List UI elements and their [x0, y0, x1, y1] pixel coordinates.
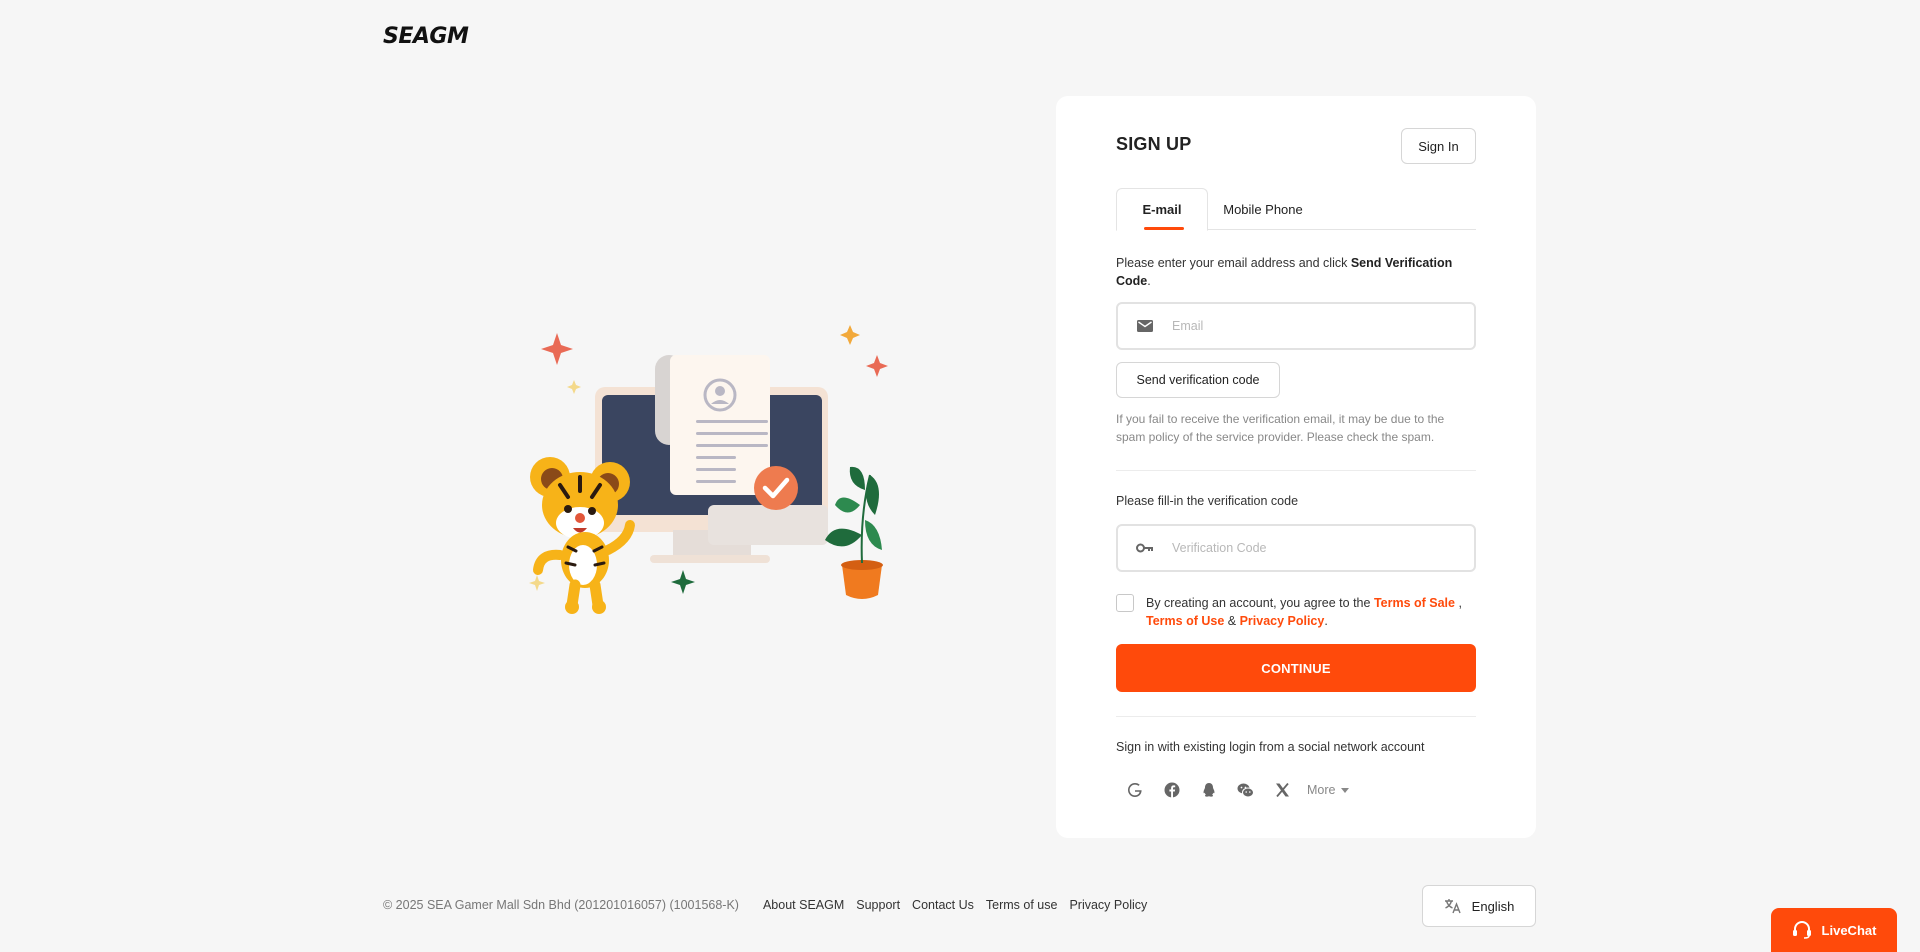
- terms-of-sale-link[interactable]: Terms of Sale: [1374, 596, 1455, 610]
- divider: [1116, 470, 1476, 471]
- footer-link-privacy[interactable]: Privacy Policy: [1069, 898, 1147, 912]
- footer-link-about[interactable]: About SEAGM: [763, 898, 844, 912]
- sparkle-icon: [866, 355, 888, 377]
- copyright: © 2025 SEA Gamer Mall Sdn Bhd (201201016…: [383, 898, 739, 912]
- more-label: More: [1307, 783, 1336, 797]
- spam-hint: If you fail to receive the verification …: [1116, 412, 1445, 444]
- agree-comma: ,: [1455, 596, 1462, 610]
- verification-code-label: Please fill-in the verification code: [1116, 494, 1299, 508]
- send-verification-code-button[interactable]: Send verification code: [1116, 362, 1280, 398]
- instruction-text: Please enter your email address and clic…: [1116, 256, 1351, 270]
- signup-card: SIGN UP Sign In E-mail Mobile Phone Plea…: [1056, 96, 1536, 838]
- chevron-down-icon: [1341, 787, 1350, 793]
- tab-email[interactable]: E-mail: [1116, 188, 1208, 231]
- agree-amp: &: [1224, 614, 1240, 628]
- agree-end: .: [1324, 614, 1328, 628]
- seagm-logo[interactable]: SEAGM: [383, 24, 469, 49]
- terms-checkbox[interactable]: [1116, 594, 1134, 612]
- email-field[interactable]: [1116, 302, 1476, 350]
- page-title: SIGN UP: [1116, 134, 1192, 154]
- footer-link-contact[interactable]: Contact Us: [912, 898, 974, 912]
- footer-link-support[interactable]: Support: [856, 898, 900, 912]
- sparkle-icon: [541, 333, 573, 365]
- tab-mobile-phone[interactable]: Mobile Phone: [1208, 188, 1318, 230]
- social-login-label: Sign in with existing login from a socia…: [1116, 740, 1425, 754]
- footer-link-terms[interactable]: Terms of use: [986, 898, 1058, 912]
- language-label: English: [1471, 898, 1515, 914]
- language-selector[interactable]: English: [1422, 885, 1536, 927]
- sparkle-icon: [567, 380, 581, 394]
- google-icon[interactable]: [1116, 776, 1153, 804]
- agree-prefix: By creating an account, you agree to the: [1146, 596, 1374, 610]
- signup-illustration: [529, 325, 888, 614]
- headset-icon: [1792, 921, 1811, 939]
- qq-icon[interactable]: [1190, 776, 1227, 804]
- livechat-label: LiveChat: [1821, 922, 1877, 938]
- sparkle-icon: [671, 570, 695, 594]
- key-icon: [1118, 543, 1172, 553]
- terms-agreement: By creating an account, you agree to the…: [1116, 594, 1476, 630]
- wechat-icon[interactable]: [1227, 776, 1264, 804]
- sign-in-button[interactable]: Sign In: [1401, 128, 1476, 164]
- sparkle-icon: [529, 575, 545, 591]
- divider: [1116, 716, 1476, 717]
- email-input[interactable]: [1172, 319, 1452, 333]
- sparkle-icon: [840, 325, 860, 345]
- signup-tabs: E-mail Mobile Phone: [1116, 188, 1476, 231]
- verification-code-input[interactable]: [1172, 541, 1452, 555]
- instruction-end: .: [1147, 274, 1151, 288]
- x-icon[interactable]: [1264, 776, 1301, 804]
- continue-button[interactable]: CONTINUE: [1116, 644, 1476, 692]
- footer: © 2025 SEA Gamer Mall Sdn Bhd (201201016…: [383, 898, 1159, 912]
- terms-of-use-link[interactable]: Terms of Use: [1146, 614, 1224, 628]
- facebook-icon[interactable]: [1153, 776, 1190, 804]
- translate-icon: [1444, 899, 1461, 914]
- livechat-button[interactable]: LiveChat: [1771, 908, 1897, 952]
- more-social-dropdown[interactable]: More: [1307, 783, 1350, 797]
- social-login-list: More: [1116, 776, 1350, 804]
- terms-text: By creating an account, you agree to the…: [1146, 594, 1462, 630]
- email-instruction: Please enter your email address and clic…: [1116, 254, 1476, 290]
- verification-code-field[interactable]: [1116, 524, 1476, 572]
- mail-icon: [1118, 320, 1172, 332]
- privacy-policy-link[interactable]: Privacy Policy: [1240, 614, 1325, 628]
